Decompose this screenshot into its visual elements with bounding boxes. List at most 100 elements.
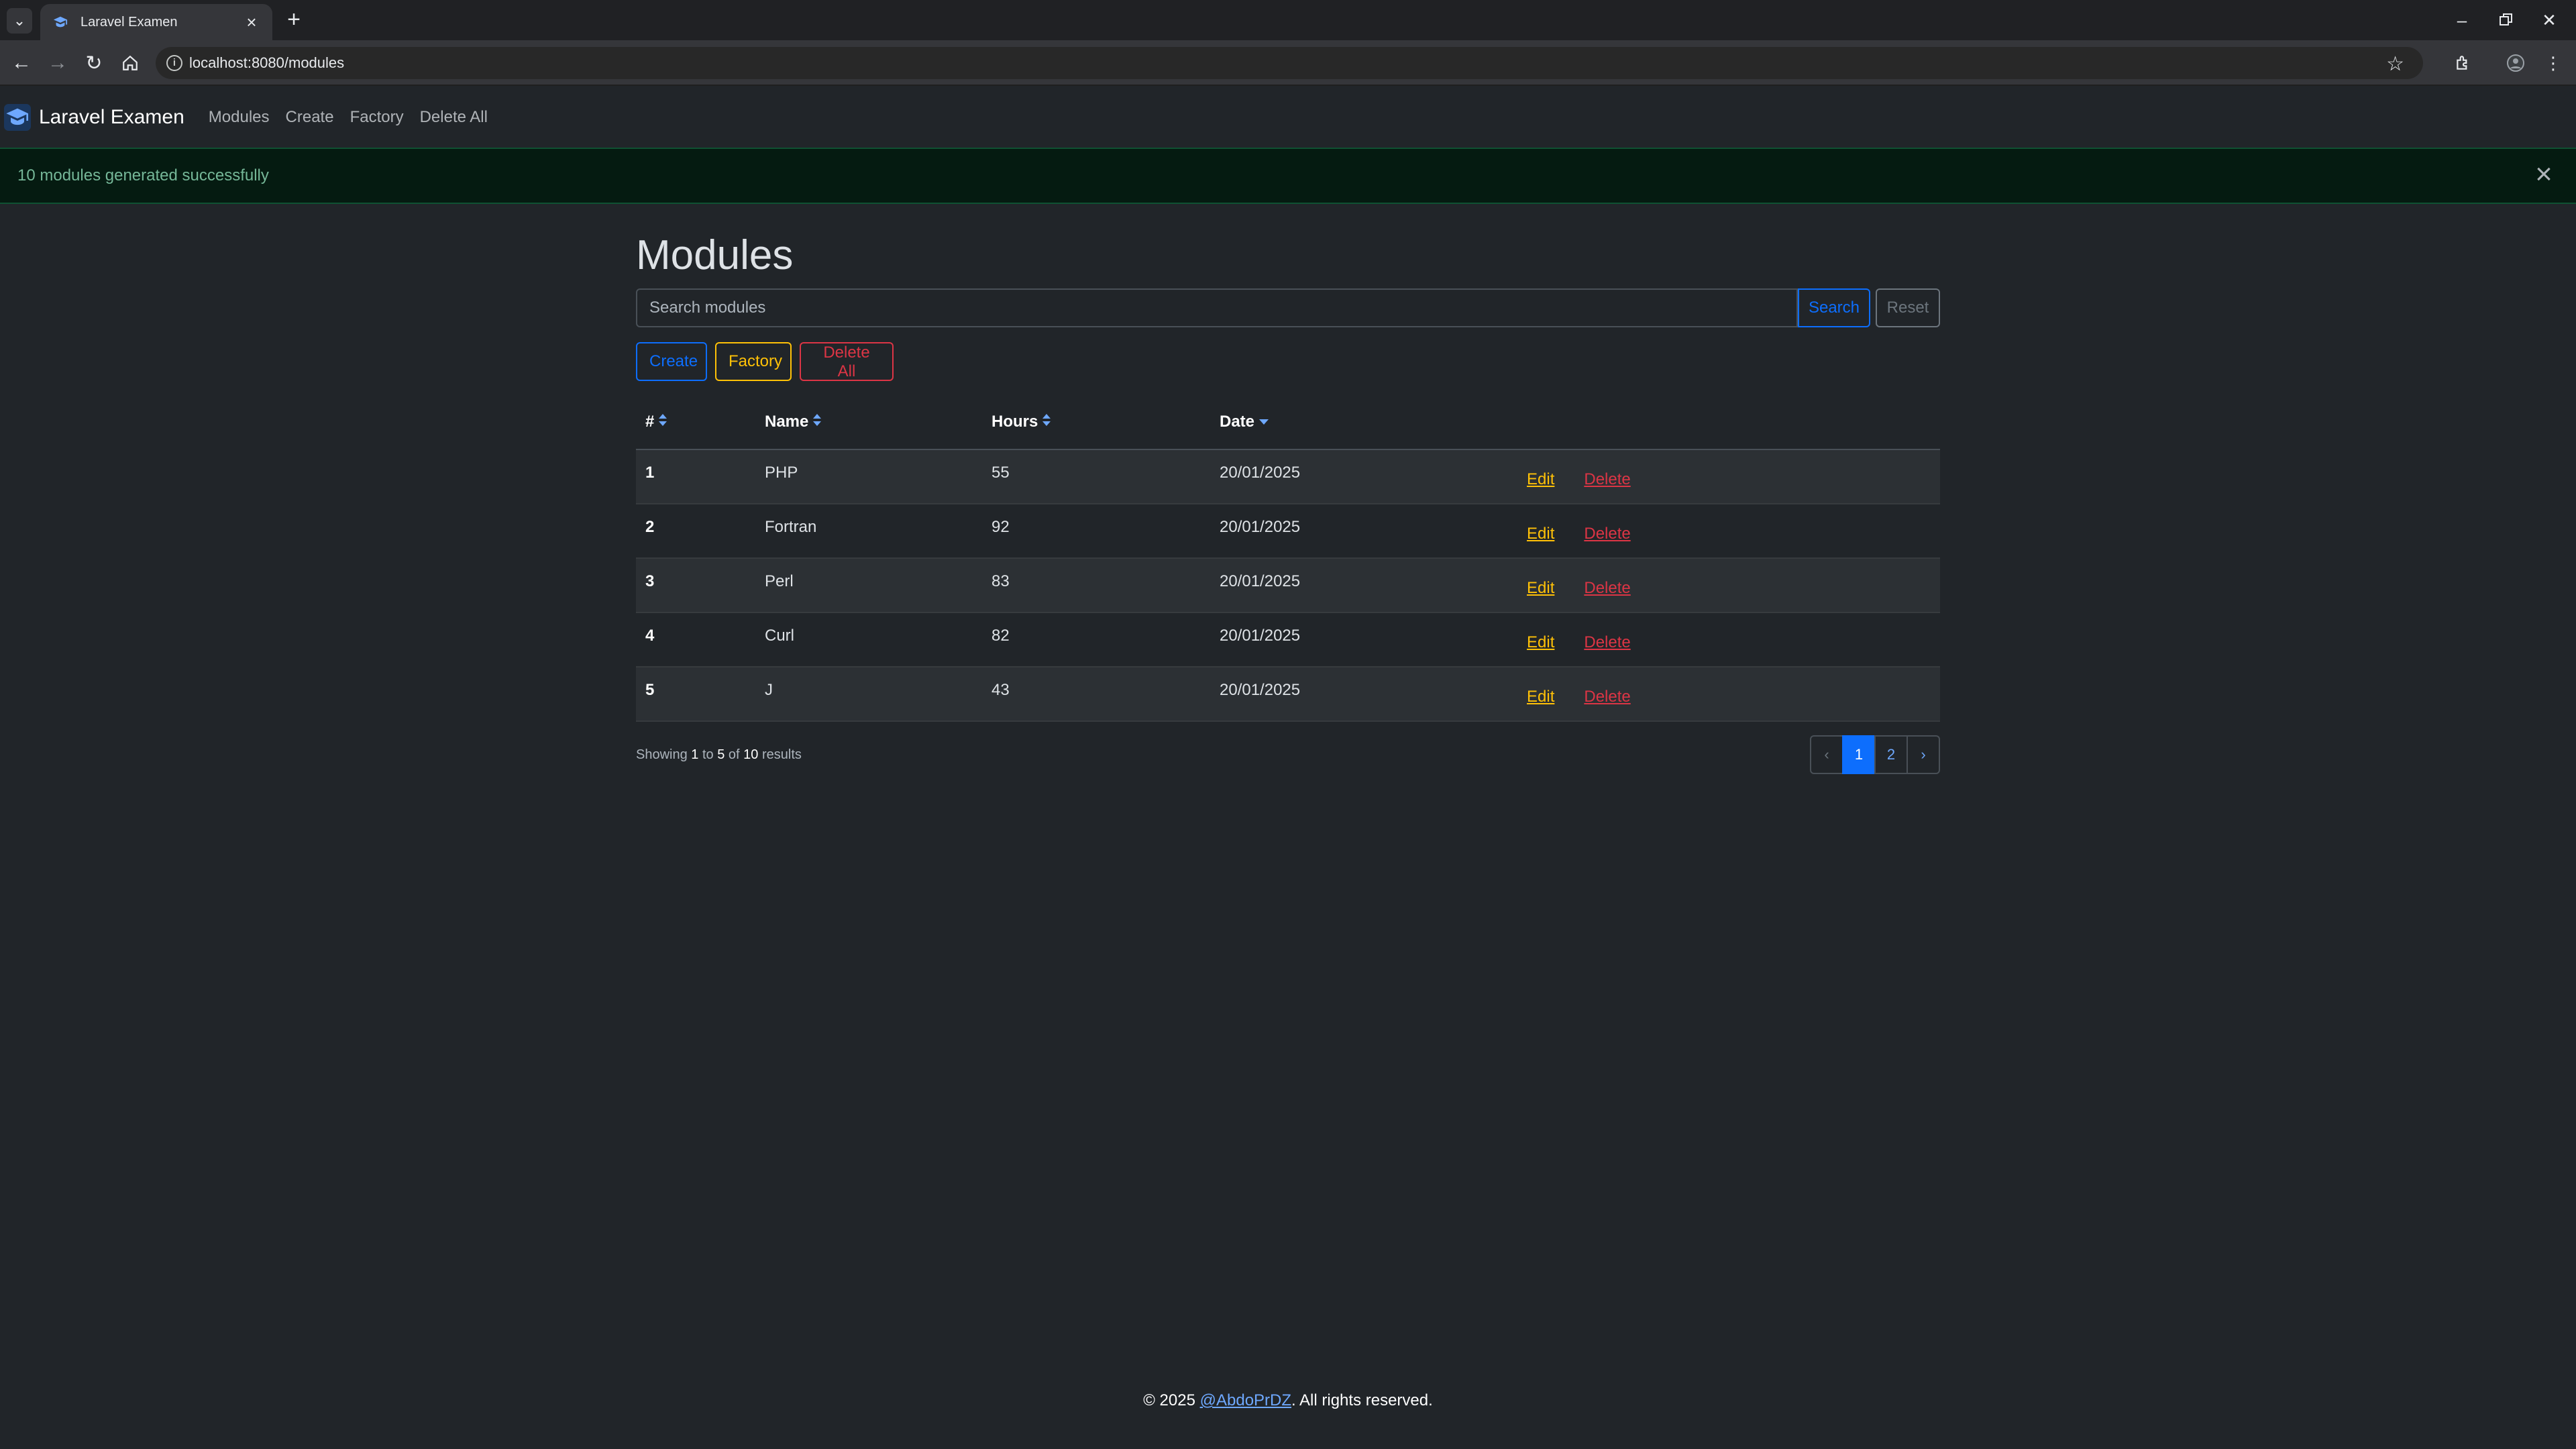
cell-name: Fortran bbox=[755, 504, 982, 559]
cell-date: 20/01/2025 bbox=[1210, 612, 1517, 667]
pagination-row: Showing 1 to 5 of 10 results ‹ 1 2 › bbox=[636, 735, 1940, 775]
footer-rights: . All rights reserved. bbox=[1291, 1391, 1433, 1409]
menu-icon[interactable]: ⋮ bbox=[2540, 50, 2567, 76]
table-row: 3 Perl 83 20/01/2025 Edit Delete bbox=[636, 558, 1940, 613]
cell-date: 20/01/2025 bbox=[1210, 504, 1517, 559]
tab-list-icon[interactable]: ⌄ bbox=[7, 8, 32, 34]
main-container: Modules Search Reset Create Factory Dele… bbox=[636, 204, 1940, 775]
new-tab-icon[interactable]: + bbox=[282, 8, 306, 32]
cell-id: 3 bbox=[636, 558, 755, 613]
cell-id: 4 bbox=[636, 612, 755, 667]
cell-name: Curl bbox=[755, 612, 982, 667]
modules-table: # Name Hours Date 1 PHP 55 20/01/2025 Ed… bbox=[636, 396, 1940, 722]
edit-link[interactable]: Edit bbox=[1527, 470, 1554, 488]
pagination-next[interactable]: › bbox=[1907, 735, 1940, 774]
cell-actions: Edit Delete bbox=[1517, 667, 1940, 722]
table-header-row: # Name Hours Date bbox=[636, 396, 1940, 450]
action-buttons: Create Factory Delete All bbox=[636, 342, 1940, 381]
reset-button[interactable]: Reset bbox=[1876, 288, 1940, 327]
delete-link[interactable]: Delete bbox=[1584, 688, 1630, 706]
table-row: 4 Curl 82 20/01/2025 Edit Delete bbox=[636, 612, 1940, 667]
reload-icon[interactable]: ↻ bbox=[79, 48, 109, 78]
window-close-icon[interactable]: ✕ bbox=[2529, 5, 2569, 35]
page-footer: © 2025 @AbdoPrDZ. All rights reserved. bbox=[0, 1391, 2576, 1410]
column-header-actions bbox=[1517, 396, 1940, 450]
edit-link[interactable]: Edit bbox=[1527, 633, 1554, 651]
author-link[interactable]: @AbdoPrDZ bbox=[1200, 1391, 1291, 1409]
brand-link[interactable]: Laravel Examen bbox=[4, 104, 184, 131]
factory-button[interactable]: Factory bbox=[715, 342, 792, 381]
cell-date: 20/01/2025 bbox=[1210, 667, 1517, 722]
address-bar[interactable]: i localhost:8080/modules ☆ bbox=[156, 47, 2423, 79]
column-header-name[interactable]: Name bbox=[755, 396, 982, 450]
browser-toolbar: ← → ↻ i localhost:8080/modules ☆ ⋮ bbox=[0, 40, 2576, 86]
cell-hours: 92 bbox=[982, 504, 1210, 559]
column-header-date[interactable]: Date bbox=[1210, 396, 1517, 450]
close-icon[interactable]: × bbox=[241, 12, 262, 32]
back-icon[interactable]: ← bbox=[7, 48, 36, 78]
cell-hours: 55 bbox=[982, 449, 1210, 504]
table-row: 1 PHP 55 20/01/2025 Edit Delete bbox=[636, 449, 1940, 504]
cell-id: 5 bbox=[636, 667, 755, 722]
sort-both-icon bbox=[658, 413, 667, 432]
delete-link[interactable]: Delete bbox=[1584, 633, 1630, 651]
edit-link[interactable]: Edit bbox=[1527, 688, 1554, 706]
cell-hours: 43 bbox=[982, 667, 1210, 722]
extensions-icon[interactable] bbox=[2450, 50, 2477, 76]
cell-name: PHP bbox=[755, 449, 982, 504]
cell-hours: 83 bbox=[982, 558, 1210, 613]
search-button[interactable]: Search bbox=[1798, 288, 1870, 327]
column-header-id[interactable]: # bbox=[636, 396, 755, 450]
delete-all-button[interactable]: Delete All bbox=[800, 342, 894, 381]
pagination-page-1[interactable]: 1 bbox=[1842, 735, 1876, 774]
cell-actions: Edit Delete bbox=[1517, 612, 1940, 667]
delete-link[interactable]: Delete bbox=[1584, 525, 1630, 543]
url-text: localhost:8080/modules bbox=[189, 54, 345, 71]
home-icon[interactable] bbox=[115, 48, 145, 78]
create-button[interactable]: Create bbox=[636, 342, 707, 381]
delete-link[interactable]: Delete bbox=[1584, 470, 1630, 488]
nav-link-delete-all[interactable]: Delete All bbox=[420, 108, 488, 127]
delete-link[interactable]: Delete bbox=[1584, 579, 1630, 597]
cell-hours: 82 bbox=[982, 612, 1210, 667]
info-icon[interactable]: i bbox=[166, 55, 182, 71]
nav-link-create[interactable]: Create bbox=[286, 108, 334, 127]
app-navbar: Laravel Examen Modules Create Factory De… bbox=[0, 87, 2576, 148]
profile-icon[interactable] bbox=[2502, 50, 2529, 76]
alert-message: 10 modules generated successfully bbox=[17, 166, 269, 184]
restore-icon[interactable] bbox=[2486, 5, 2526, 35]
table-row: 5 J 43 20/01/2025 Edit Delete bbox=[636, 667, 1940, 722]
sort-both-icon bbox=[812, 413, 822, 432]
cell-id: 1 bbox=[636, 449, 755, 504]
search-form: Search Reset bbox=[636, 288, 1940, 327]
browser-tab-strip: ⌄ Laravel Examen × + – ✕ bbox=[0, 0, 2576, 40]
close-icon[interactable]: × bbox=[2529, 160, 2559, 191]
cell-name: Perl bbox=[755, 558, 982, 613]
minimize-icon[interactable]: – bbox=[2442, 5, 2482, 35]
cell-actions: Edit Delete bbox=[1517, 449, 1940, 504]
success-alert: 10 modules generated successfully × bbox=[0, 148, 2576, 204]
sort-both-icon bbox=[1042, 413, 1051, 432]
page-title: Modules bbox=[636, 232, 794, 278]
tab-title: Laravel Examen bbox=[80, 14, 178, 30]
star-icon[interactable]: ☆ bbox=[2386, 52, 2404, 76]
browser-tab[interactable]: Laravel Examen × bbox=[40, 4, 272, 40]
nav-link-modules[interactable]: Modules bbox=[209, 108, 270, 127]
cell-id: 2 bbox=[636, 504, 755, 559]
search-input[interactable] bbox=[636, 288, 1798, 327]
sort-desc-icon bbox=[1258, 413, 1269, 432]
table-row: 2 Fortran 92 20/01/2025 Edit Delete bbox=[636, 504, 1940, 559]
results-summary: Showing 1 to 5 of 10 results bbox=[636, 747, 802, 762]
graduation-cap-icon bbox=[4, 104, 31, 131]
forward-icon[interactable]: → bbox=[43, 48, 72, 78]
edit-link[interactable]: Edit bbox=[1527, 525, 1554, 543]
pagination-page-2[interactable]: 2 bbox=[1874, 735, 1908, 774]
edit-link[interactable]: Edit bbox=[1527, 579, 1554, 597]
graduation-cap-icon bbox=[52, 14, 68, 30]
pagination-prev: ‹ bbox=[1810, 735, 1843, 774]
column-header-hours[interactable]: Hours bbox=[982, 396, 1210, 450]
nav-link-factory[interactable]: Factory bbox=[350, 108, 404, 127]
cell-name: J bbox=[755, 667, 982, 722]
footer-copyright: © 2025 bbox=[1143, 1391, 1200, 1409]
pagination: ‹ 1 2 › bbox=[1810, 735, 1940, 774]
